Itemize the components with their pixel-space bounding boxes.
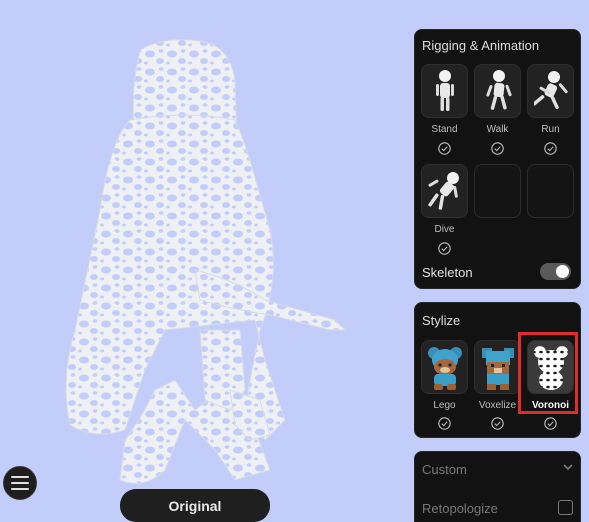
custom-label: Custom xyxy=(422,462,467,477)
style-voronoi-check[interactable] xyxy=(543,416,557,430)
skeleton-label: Skeleton xyxy=(422,265,473,280)
rig-run-label: Run xyxy=(541,124,560,135)
check-circle-icon xyxy=(437,416,451,430)
rig-dive-tile[interactable] xyxy=(421,164,468,218)
skeleton-toggle[interactable] xyxy=(540,263,571,280)
3d-viewport[interactable] xyxy=(0,0,410,522)
check-circle-icon xyxy=(437,241,451,255)
rigging-panel-title: Rigging & Animation xyxy=(422,38,540,53)
rig-stand-label: Stand xyxy=(431,124,458,135)
retopologize-label: Retopologize xyxy=(422,501,498,516)
rigging-panel: Rigging & Animation Stand Walk Run Dive … xyxy=(414,29,581,289)
retopologize-checkbox[interactable] xyxy=(558,500,573,515)
voronoi-bear-icon xyxy=(533,346,568,390)
rig-walk-label: Walk xyxy=(486,124,509,135)
style-voronoi-tile[interactable] xyxy=(527,340,574,394)
rig-run-check[interactable] xyxy=(543,141,557,155)
original-view-label: Original xyxy=(168,497,222,514)
walk-pose-icon xyxy=(485,70,512,110)
voronoi-model[interactable] xyxy=(55,30,355,500)
menu-button[interactable] xyxy=(3,466,37,500)
stylize-panel: Stylize Lego Voxelize Voronoi xyxy=(414,302,581,438)
dive-pose-icon xyxy=(427,172,459,210)
rig-stand-tile[interactable] xyxy=(421,64,468,118)
run-pose-icon xyxy=(533,71,568,110)
rig-walk-tile[interactable] xyxy=(474,64,521,118)
stand-pose-icon xyxy=(435,70,454,111)
style-lego-label: Lego xyxy=(433,400,456,411)
rig-stand-check[interactable] xyxy=(437,141,451,155)
hamburger-icon xyxy=(11,476,29,490)
style-voxelize-tile[interactable] xyxy=(474,340,521,394)
check-circle-icon xyxy=(437,141,451,155)
check-circle-icon xyxy=(543,416,557,430)
lego-bear-icon xyxy=(427,347,462,390)
style-voxelize-check[interactable] xyxy=(490,416,504,430)
check-circle-icon xyxy=(490,141,504,155)
style-voronoi-label: Voronoi xyxy=(531,400,570,411)
style-lego-check[interactable] xyxy=(437,416,451,430)
rig-dive-label: Dive xyxy=(434,224,455,235)
rig-walk-check[interactable] xyxy=(490,141,504,155)
check-circle-icon xyxy=(543,141,557,155)
rig-empty-slot xyxy=(474,164,521,218)
toggle-knob xyxy=(556,265,569,278)
original-view-button[interactable]: Original xyxy=(120,489,270,522)
rig-run-tile[interactable] xyxy=(527,64,574,118)
voxel-bear-icon xyxy=(481,348,514,390)
rig-empty-slot xyxy=(527,164,574,218)
rig-dive-check[interactable] xyxy=(437,241,451,255)
custom-panel: Custom Retopologize xyxy=(414,451,581,522)
style-lego-tile[interactable] xyxy=(421,340,468,394)
style-voxelize-label: Voxelize xyxy=(478,400,517,411)
stylize-panel-title: Stylize xyxy=(422,313,461,328)
chevron-down-icon[interactable] xyxy=(563,464,573,471)
check-circle-icon xyxy=(490,416,504,430)
